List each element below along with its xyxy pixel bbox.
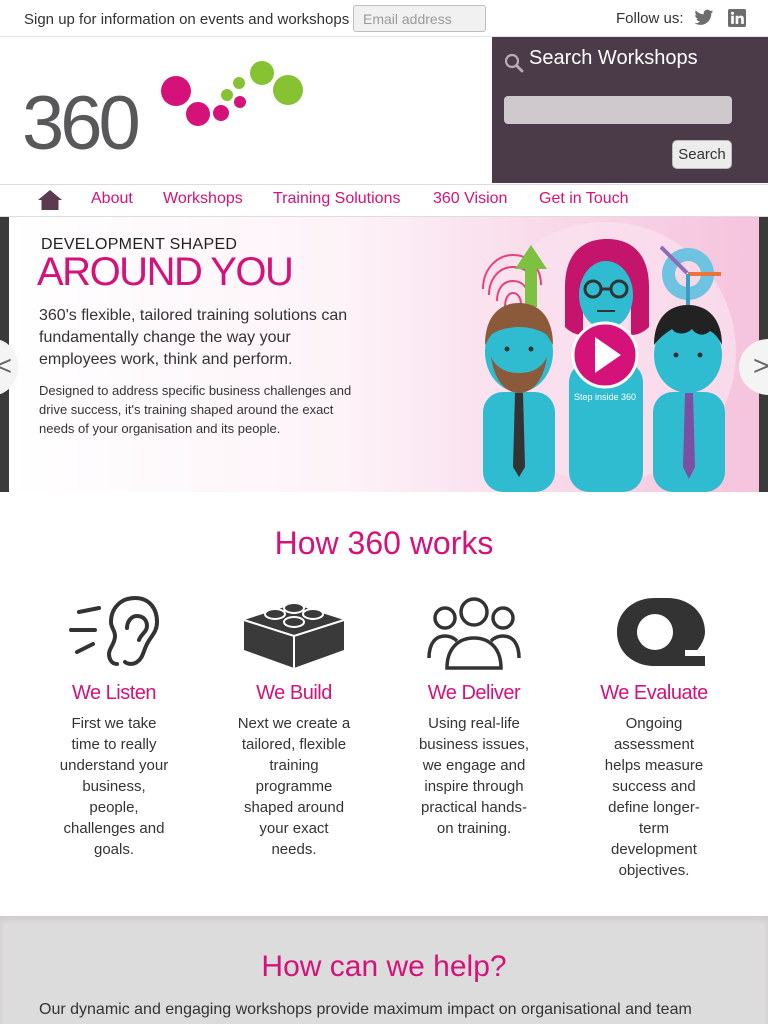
hero-headline: AROUND YOU <box>37 250 294 294</box>
step-text: Using real-life business issues, we enga… <box>418 715 530 837</box>
search-panel-title: Search Workshops <box>529 47 698 69</box>
hero-sub-text: Designed to address specific business ch… <box>39 383 352 436</box>
step-title: We Build <box>256 682 332 704</box>
step-listen: We Listen First we take time to really u… <box>39 592 189 860</box>
video-caption: Step inside 360 <box>574 392 636 402</box>
linkedin-icon[interactable] <box>727 9 747 27</box>
step-evaluate: We Evaluate Ongoing assessment helps mea… <box>579 592 729 881</box>
step-build: We Build Next we create a tailored, flex… <box>219 592 369 860</box>
step-text: First we take time to really understand … <box>59 715 169 858</box>
step-text: Next we create a tailored, flexible trai… <box>237 715 351 858</box>
search-workshops-panel: Search Workshops Search <box>492 37 768 183</box>
nav-item-360-vision[interactable]: 360 Vision <box>433 190 507 208</box>
svg-text:360: 360 <box>22 81 139 157</box>
how-it-works-title: How 360 works <box>274 525 494 561</box>
search-button[interactable]: Search <box>672 140 732 169</box>
person-tie <box>653 305 725 492</box>
help-text: Our dynamic and engaging workshops provi… <box>39 1001 692 1018</box>
search-icon <box>504 53 524 73</box>
nav-item-about[interactable]: About <box>91 190 133 208</box>
home-icon[interactable] <box>38 190 62 210</box>
tape-measure-icon <box>617 598 705 666</box>
step-title: We Listen <box>71 682 157 704</box>
step-title: We Evaluate <box>600 682 708 704</box>
help-title: How can we help? <box>261 950 507 983</box>
step-text: Ongoing assessment helps measure success… <box>604 715 704 879</box>
main-nav: About Workshops Training Solutions 360 V… <box>0 184 768 217</box>
step-title: We Deliver <box>427 682 521 704</box>
hero-slide: DEVELOPMENT SHAPED AROUND YOU 360's flex… <box>9 217 759 492</box>
how-it-works-section: How 360 works We Listen First we take ti… <box>0 492 768 916</box>
site-header: 360 Search Workshops Search <box>0 37 768 184</box>
nav-item-get-in-touch[interactable]: Get in Touch <box>539 190 629 208</box>
step-deliver: We Deliver Using real-life business issu… <box>399 592 549 839</box>
company-logo[interactable]: 360 <box>22 57 312 157</box>
building-block-icon <box>243 602 345 668</box>
nav-item-training-solutions[interactable]: Training Solutions <box>273 190 400 208</box>
play-video-button[interactable] <box>571 321 639 389</box>
people-group-icon <box>427 597 521 670</box>
signup-text: Sign up for information on events and wo… <box>24 11 350 28</box>
top-bar: Sign up for information on events and wo… <box>0 0 768 37</box>
email-field[interactable] <box>353 5 486 32</box>
hero-lead-text: 360's flexible, tailored training soluti… <box>39 307 348 368</box>
hero-illustration: Step inside 360 <box>476 222 736 492</box>
nav-item-workshops[interactable]: Workshops <box>163 190 243 208</box>
how-can-we-help-section: How can we help? Our dynamic and engagin… <box>0 916 768 1024</box>
hero-carousel: DEVELOPMENT SHAPED AROUND YOU 360's flex… <box>0 217 768 492</box>
chevron-right-icon: > <box>753 350 768 381</box>
twitter-icon[interactable] <box>694 9 714 27</box>
ear-icon <box>69 595 160 666</box>
search-input[interactable] <box>504 96 732 124</box>
person-bearded <box>483 303 555 492</box>
follow-label: Follow us: <box>616 10 684 27</box>
chevron-left-icon: < <box>0 350 12 381</box>
